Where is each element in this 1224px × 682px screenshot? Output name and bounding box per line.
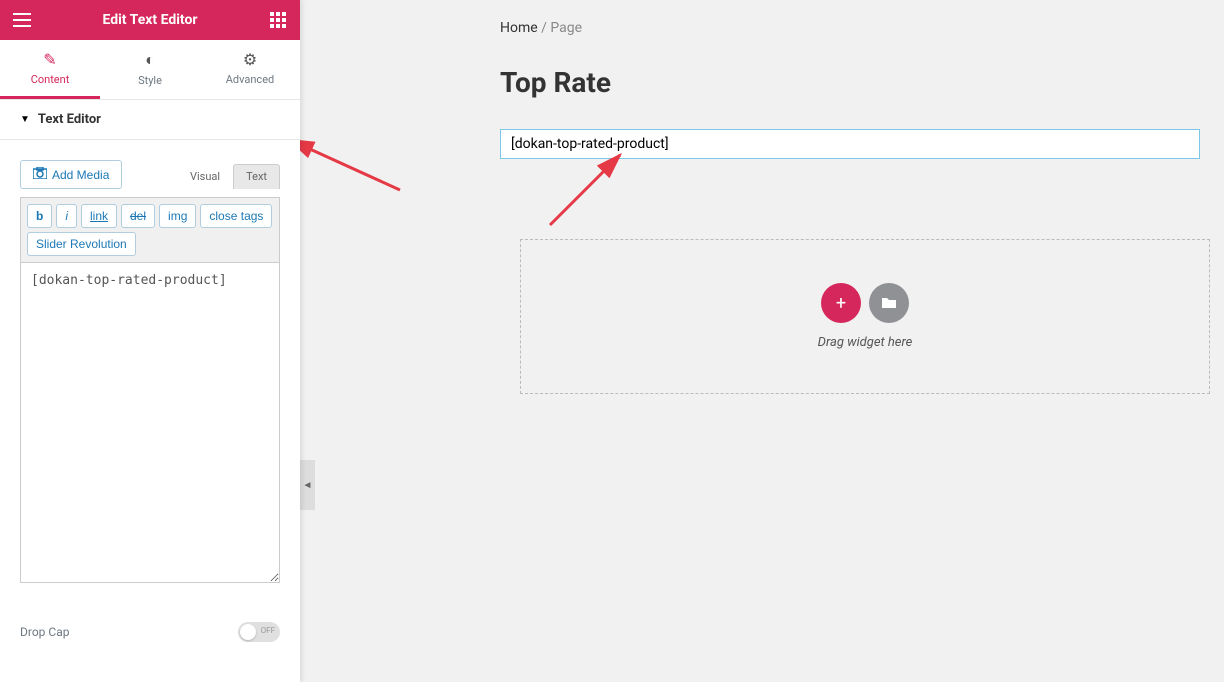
img-button[interactable]: img — [159, 204, 196, 228]
add-template-button[interactable] — [869, 283, 909, 323]
shortcode-element[interactable]: [dokan-top-rated-product] — [500, 129, 1200, 159]
link-button[interactable]: link — [81, 204, 117, 228]
text-toolbar: b i link del img close tags Slider Revol… — [20, 197, 280, 263]
preview-area: Home / Page Top Rate [dokan-top-rated-pr… — [300, 0, 1224, 682]
tab-advanced[interactable]: ⚙ Advanced — [200, 40, 300, 99]
breadcrumb-home[interactable]: Home — [500, 20, 538, 36]
slider-revolution-button[interactable]: Slider Revolution — [27, 232, 136, 256]
del-button[interactable]: del — [121, 204, 155, 228]
grid-icon[interactable] — [266, 8, 290, 32]
toggle-off-label: OFF — [261, 626, 275, 635]
tab-advanced-label: Advanced — [226, 73, 274, 86]
caret-down-icon: ▼ — [20, 114, 30, 125]
editor-controls: Add Media Visual Text b i link del img c… — [0, 140, 300, 607]
text-tab[interactable]: Text — [233, 164, 280, 189]
camera-icon — [33, 167, 47, 182]
page-title: Top Rate — [500, 66, 1224, 99]
breadcrumb-separator: / — [538, 20, 551, 36]
content-textarea[interactable] — [20, 263, 280, 583]
section-text-editor[interactable]: ▼ Text Editor — [0, 100, 300, 140]
drop-cap-control: Drop Cap OFF — [0, 607, 300, 657]
close-tags-button[interactable]: close tags — [200, 204, 272, 228]
editor-tabs: ✎ Content ◐ Style ⚙ Advanced — [0, 40, 300, 100]
tab-content[interactable]: ✎ Content — [0, 40, 100, 99]
drop-zone-buttons: + — [821, 283, 909, 323]
contrast-icon: ◐ — [100, 50, 200, 70]
drop-cap-label: Drop Cap — [20, 625, 69, 639]
visual-tab[interactable]: Visual — [177, 164, 233, 189]
panel-collapse-handle[interactable]: ◄ — [300, 460, 315, 510]
section-title: Text Editor — [38, 112, 101, 127]
tab-style[interactable]: ◐ Style — [100, 40, 200, 99]
media-tabs-row: Add Media Visual Text — [20, 160, 280, 189]
gear-icon: ⚙ — [200, 50, 300, 69]
plus-icon: + — [836, 293, 846, 314]
menu-icon[interactable] — [10, 8, 34, 32]
breadcrumb-page: Page — [550, 20, 582, 36]
tab-style-label: Style — [138, 74, 162, 87]
drop-cap-toggle[interactable]: OFF — [238, 622, 280, 642]
drop-zone-text: Drag widget here — [818, 335, 913, 350]
panel-header: Edit Text Editor — [0, 0, 300, 40]
pencil-icon: ✎ — [0, 50, 100, 69]
folder-icon — [881, 293, 897, 314]
panel-title: Edit Text Editor — [34, 12, 266, 28]
add-media-label: Add Media — [52, 168, 109, 182]
add-section-button[interactable]: + — [821, 283, 861, 323]
widget-drop-zone[interactable]: + Drag widget here — [520, 239, 1210, 394]
italic-button[interactable]: i — [56, 204, 77, 228]
breadcrumb: Home / Page — [500, 20, 1224, 36]
add-media-button[interactable]: Add Media — [20, 160, 122, 189]
bold-button[interactable]: b — [27, 204, 52, 228]
editor-mode-tabs: Visual Text — [177, 164, 280, 189]
editor-panel: Edit Text Editor ✎ Content ◐ Style ⚙ Adv… — [0, 0, 300, 682]
tab-content-label: Content — [31, 73, 70, 86]
toggle-handle — [240, 624, 256, 640]
